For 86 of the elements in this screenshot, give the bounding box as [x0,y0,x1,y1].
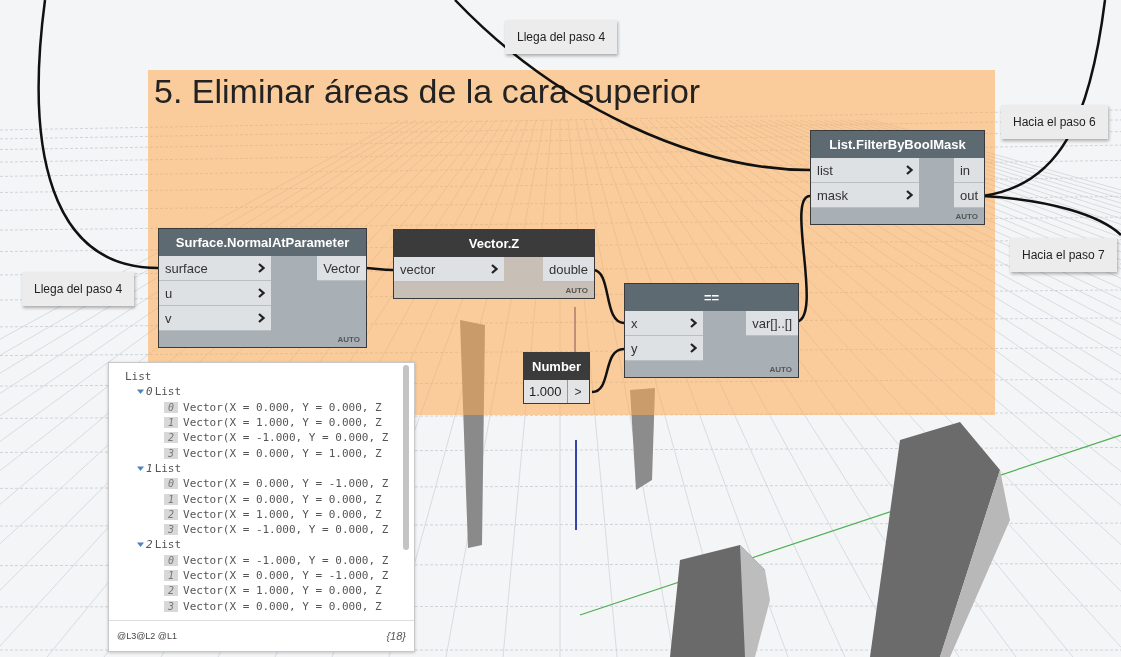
input-port[interactable]: list [811,158,919,183]
vector-value: Vector(X = 1.000, Y = 0.000, Z [183,584,382,598]
index-tag: 2 [164,432,179,444]
chevron-icon [258,263,265,273]
vector-value: Vector(X = 0.000, Y = 1.000, Z [183,446,382,460]
index-tag: 0 [164,401,179,413]
index-tag: 3 [164,524,179,536]
index-tag: 0 [164,478,179,490]
node-card[interactable]: Surface.NormalAtParameter surface u v Vector AUTO [158,228,367,348]
chevron-icon [258,313,265,323]
list-levels: @L3@L2 @L1 [117,631,177,641]
input-port[interactable]: v [159,306,271,331]
node-card[interactable]: Vector.Z vector double AUTO [393,229,595,299]
index-tag: 1 [164,570,179,581]
vector-value: Vector(X = 0.000, Y = -1.000, Z [183,569,389,582]
node-card[interactable]: Number 1.000 > [523,352,591,404]
chevron-icon [690,318,697,328]
group-title: 5. Eliminar áreas de la cara superior [154,72,701,111]
chevron-icon [491,264,498,274]
index-tag: 1 [164,493,179,505]
lacing-label: AUTO [954,211,979,223]
vector-value: Vector(X = 1.000, Y = 0.000, Z [183,416,382,430]
vector-value: Vector(X = 0.000, Y = 0.000, Z [183,492,382,506]
vector-value: Vector(X = -1.000, Y = 0.000, Z [183,431,389,445]
vector-value: Vector(X = -1.000, Y = 0.000, Z [183,523,389,537]
output-port[interactable]: var[]..[] [746,311,798,336]
port-label: vector [400,261,436,277]
output-port[interactable]: out [953,183,984,208]
port-label: v [165,310,172,326]
port-label: y [631,340,638,356]
port-label: mask [817,187,849,203]
node-title: Surface.NormalAtParameter [159,229,366,256]
input-port[interactable]: u [159,281,271,306]
lacing-label: AUTO [336,334,361,346]
index-tag: 2 [164,508,179,520]
expanded-caret-icon[interactable] [137,541,144,549]
number-field[interactable]: 1.000 [524,380,568,403]
list-label: 0 List [146,385,182,399]
output-port[interactable]: in [953,158,984,183]
lacing-label: AUTO [768,364,793,376]
index-tag: 1 [164,417,179,429]
wire [591,347,625,394]
node-card[interactable]: List.FilterByBoolMask list mask in out AUTO [810,130,985,225]
port-label: u [165,285,173,301]
input-port[interactable]: mask [811,183,919,208]
output-port[interactable]: double [542,257,594,282]
chevron-icon [258,288,265,298]
chevron-icon [906,165,913,175]
index-tag: 2 [164,585,179,597]
chevron-icon [906,190,913,200]
vector-value: Vector(X = 0.000, Y = -1.000, Z [183,477,389,491]
vector-value: Vector(X = 1.000, Y = 0.000, Z [183,507,382,521]
scrollbar[interactable] [403,365,409,550]
input-port[interactable]: surface [159,256,271,281]
chevron-icon [690,343,697,353]
wire [592,268,625,325]
note[interactable]: Hacia el paso 7 [1010,238,1117,272]
node-title: Number [524,353,590,380]
expanded-caret-icon[interactable] [137,388,144,396]
output-port[interactable]: Vector [317,256,366,281]
vector-value: Vector(X = 0.000, Y = 0.000, Z [183,599,382,613]
node-card[interactable]: == x y var[]..[] AUTO [624,283,799,378]
input-port[interactable]: y [625,336,703,361]
note[interactable]: Hacia el paso 6 [1001,105,1108,139]
vector-value: Vector(X = 0.000, Y = 0.000, Z [183,400,382,414]
lacing-label: AUTO [564,285,589,297]
note[interactable]: Llega del paso 4 [505,20,618,54]
wire [574,306,576,353]
port-label: surface [165,260,208,276]
index-tag: 3 [164,447,179,459]
index-tag: 3 [164,600,179,612]
index-tag: 0 [164,554,179,566]
node-title: == [625,284,798,311]
input-port[interactable]: vector [394,257,504,282]
input-port[interactable]: x [625,311,703,336]
node-title: List.FilterByBoolMask [811,131,984,158]
output-button[interactable]: > [567,380,589,403]
expanded-caret-icon[interactable] [137,464,144,472]
port-label: list [817,162,833,178]
list-label: 2 List [146,538,182,552]
note[interactable]: Llega del paso 4 [22,272,135,306]
item-count: {18} [386,630,406,642]
vector-value: Vector(X = -1.000, Y = 0.000, Z [183,553,389,567]
port-label: x [631,315,638,331]
list-label: 1 List [146,461,182,475]
node-title: Vector.Z [394,230,594,257]
